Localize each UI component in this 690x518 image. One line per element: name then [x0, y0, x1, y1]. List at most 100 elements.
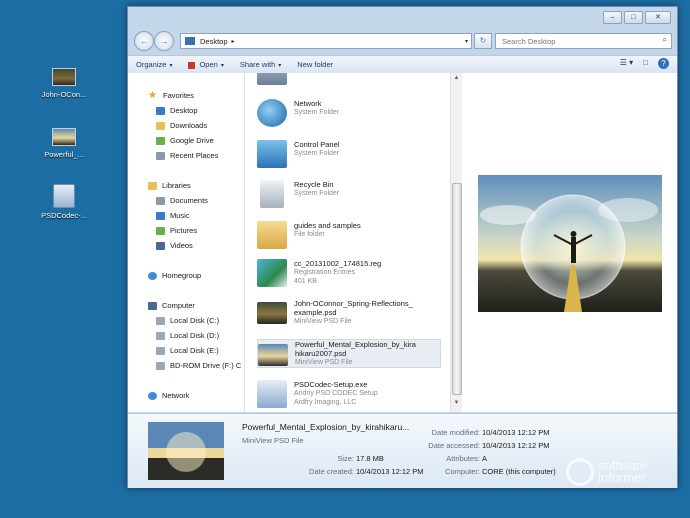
disk-icon [156, 346, 165, 355]
nav-item-bd-rom[interactable]: BD-ROM Drive (F:) C [156, 361, 241, 370]
psd-thumbnail-icon [52, 68, 76, 86]
nav-item-downloads[interactable]: Downloads [156, 121, 207, 130]
desktop-icon-john-oconnor[interactable]: John-OCon... [32, 68, 96, 99]
recycle-bin-icon [260, 180, 284, 208]
nav-item-local-disk-d[interactable]: Local Disk (D:) [156, 331, 219, 340]
downloads-icon [156, 121, 165, 130]
nav-label: Local Disk (C:) [170, 316, 220, 325]
share-with-button[interactable]: Share with ▾ [232, 60, 289, 69]
nav-homegroup[interactable]: Homegroup [148, 271, 201, 280]
nav-network[interactable]: Network [148, 391, 190, 400]
back-button[interactable]: ← [134, 31, 154, 51]
address-path[interactable]: Desktop [200, 37, 228, 46]
file-item-reg[interactable]: cc_20131002_174815.reg Registration Entri… [257, 259, 439, 287]
nav-item-local-disk-c[interactable]: Local Disk (C:) [156, 316, 219, 325]
desktop-icon-psdcodec[interactable]: PSDCodec-... [32, 184, 96, 220]
nav-libraries[interactable]: Libraries [148, 181, 191, 190]
software-informer-watermark: software informer [566, 458, 647, 486]
change-view-button[interactable]: ☰ ▾ [620, 58, 633, 69]
computer-icon [148, 301, 157, 310]
breadcrumb-chevron-icon[interactable]: ▸ [232, 38, 235, 45]
desktop-icon-powerful[interactable]: Powerful_... [32, 128, 96, 159]
file-list: System Folder NetworkSystem Folder Contr… [245, 73, 450, 412]
nav-favorites[interactable]: ★ Favorites [148, 91, 194, 101]
nav-label: Network [162, 391, 190, 400]
date-accessed-label: Date accessed: [428, 441, 480, 450]
file-item-psdcodec-setup[interactable]: PSDCodec-Setup.exe Andriy PSD CODEC Setup… [257, 380, 439, 408]
search-icon[interactable]: ⌕ [663, 35, 667, 45]
nav-item-desktop[interactable]: Desktop [156, 106, 198, 115]
nav-item-google-drive[interactable]: Google Drive [156, 136, 214, 145]
organize-button[interactable]: Organize ▾ [128, 60, 180, 69]
preview-pane-button[interactable]: □ [643, 58, 648, 69]
address-dropdown-icon[interactable]: ▾ [465, 38, 468, 45]
nav-item-recent-places[interactable]: Recent Places [156, 151, 218, 160]
file-item-john-oconnor[interactable]: John-OConnor_Spring-Reflections_ example.… [257, 299, 439, 326]
installer-icon [53, 184, 75, 208]
file-list-scrollbar[interactable]: ▲ ▼ [450, 73, 462, 412]
search-box: ⌕ [495, 33, 672, 49]
nav-label: Videos [170, 241, 193, 250]
nav-label: Google Drive [170, 136, 214, 145]
preview-pane [462, 73, 677, 412]
scroll-up-icon[interactable]: ▲ [451, 75, 462, 85]
date-accessed-value: 10/4/2013 12:12 PM [482, 441, 550, 450]
attributes-label: Attributes: [446, 454, 480, 463]
minimize-button[interactable]: – [603, 11, 622, 24]
system-folder-icon [257, 73, 287, 85]
search-input[interactable] [500, 35, 654, 47]
nav-label: Libraries [162, 181, 191, 190]
forward-button[interactable]: → [154, 31, 174, 51]
file-item-system-folder[interactable]: System Folder [257, 73, 439, 85]
file-item-control-panel[interactable]: Control Panel System Folder [257, 140, 439, 168]
caption-buttons: – □ ✕ [603, 11, 671, 24]
date-modified-label: Date modified: [431, 428, 480, 437]
help-button[interactable]: ? [658, 58, 669, 69]
file-name: John-OConnor_Spring-Reflections_ [294, 299, 413, 308]
nav-label: Recent Places [170, 151, 219, 160]
network-icon [257, 99, 287, 127]
nav-item-music[interactable]: Music [156, 211, 190, 220]
explorer-window: – □ ✕ ← → Desktop ▸ ▾ ↻ ⌕ Organize▾ Open… [127, 6, 678, 488]
refresh-button[interactable]: ↻ [474, 33, 492, 49]
file-name: Powerful_Mental_Explosion_by_kira [295, 340, 416, 349]
file-item-powerful-mental-explosion[interactable]: Powerful_Mental_Explosion_by_kira hikaru2… [257, 339, 441, 368]
file-name: Recycle Bin [294, 180, 334, 189]
date-modified-value: 10/4/2013 12:12 PM [482, 428, 550, 437]
file-type: Andriy PSD CODEC Setup [294, 390, 378, 397]
navigation-bar: ← → Desktop ▸ ▾ ↻ ⌕ [134, 31, 672, 51]
desktop-icon-label: PSDCodec-... [41, 211, 87, 220]
watermark-line2: informer [598, 470, 646, 485]
address-bar[interactable]: Desktop ▸ ▾ [180, 33, 472, 49]
new-folder-button[interactable]: New folder [289, 60, 341, 69]
nav-item-pictures[interactable]: Pictures [156, 226, 197, 235]
desktop-icon-label: Powerful_... [44, 150, 84, 159]
file-item-network[interactable]: Network System Folder [257, 99, 439, 127]
nav-item-documents[interactable]: Documents [156, 196, 208, 205]
recent-places-icon [156, 151, 165, 160]
close-button[interactable]: ✕ [645, 11, 671, 24]
nav-item-videos[interactable]: Videos [156, 241, 193, 250]
file-name: Network [294, 99, 322, 108]
documents-icon [156, 196, 165, 205]
organize-label: Organize [136, 60, 167, 69]
desktop-icon [156, 106, 165, 115]
file-type: System Folder [294, 150, 340, 157]
file-item-guides-and-samples[interactable]: guides and samples File folder [257, 221, 439, 249]
file-item-recycle-bin[interactable]: Recycle Bin System Folder [257, 180, 439, 208]
open-button[interactable]: Open ▾ [180, 60, 231, 69]
file-type: Registration Entries [294, 269, 356, 276]
nav-item-local-disk-e[interactable]: Local Disk (E:) [156, 346, 219, 355]
size-value: 17.8 MB [356, 454, 384, 463]
open-label: Open [199, 60, 218, 69]
control-panel-icon [257, 140, 287, 168]
scrollbar-thumb[interactable] [452, 183, 462, 395]
watermark-logo-icon [566, 458, 594, 486]
nav-computer[interactable]: Computer [148, 301, 195, 310]
date-created-value: 10/4/2013 12:12 PM [356, 467, 424, 476]
nav-label: BD-ROM Drive (F:) C [170, 361, 242, 370]
scroll-down-icon[interactable]: ▼ [451, 400, 462, 410]
file-name: Control Panel [294, 140, 340, 149]
maximize-button[interactable]: □ [624, 11, 643, 24]
details-filetype: MiniView PSD File [242, 436, 304, 445]
